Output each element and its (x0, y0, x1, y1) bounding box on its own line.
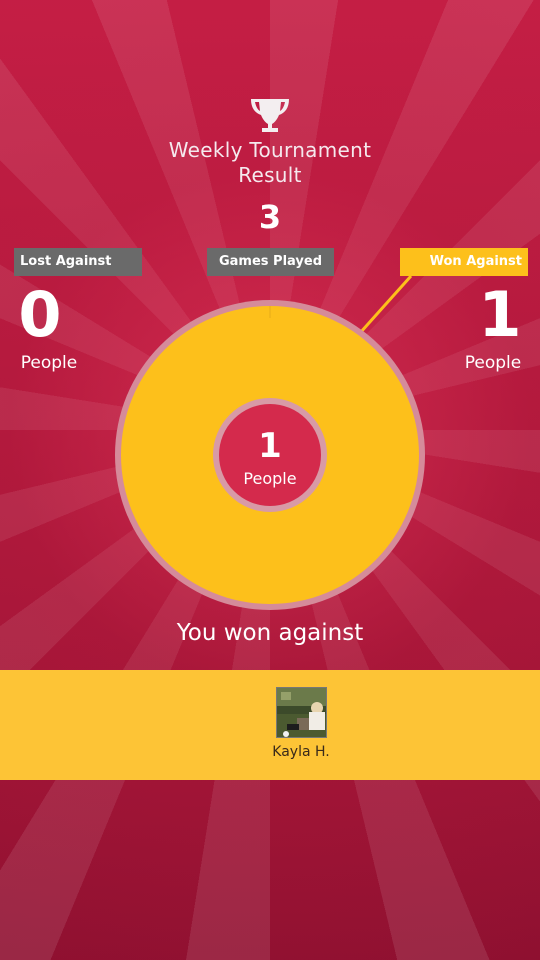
center-count: 1 (258, 426, 282, 466)
won-leader-line (358, 274, 413, 335)
opponent-avatar[interactable] (276, 687, 327, 738)
won-against-heading: You won against (176, 620, 364, 646)
avatar-photo (277, 688, 326, 737)
opponents-band (0, 670, 540, 780)
opponent-name[interactable]: Kayla H. (240, 744, 362, 760)
center-unit-label: People (243, 469, 297, 488)
